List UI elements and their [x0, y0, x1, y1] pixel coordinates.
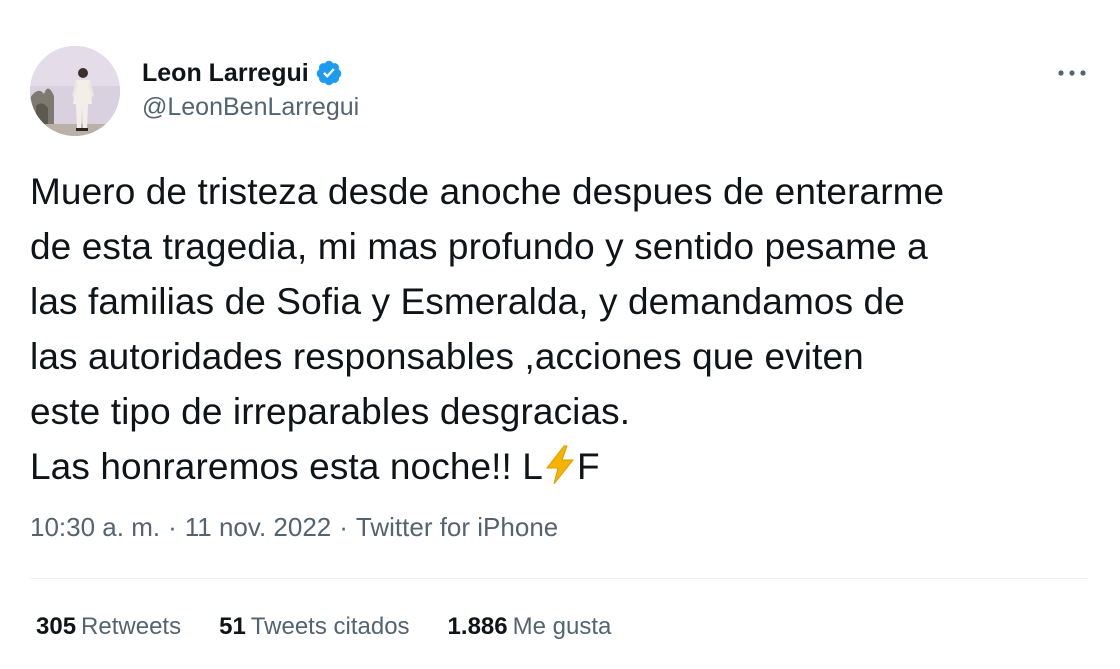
tweet-source-link[interactable]: Twitter for iPhone [356, 512, 558, 543]
quote-tweets-stat[interactable]: 51 Tweets citados [219, 613, 409, 641]
meta-separator: · [168, 512, 177, 542]
avatar-photo-icon [30, 46, 120, 136]
author-name-row: Leon Larregui [142, 57, 343, 89]
tweet-card: Leon Larregui @LeonBenLarregui Muero de … [0, 0, 1120, 669]
quote-tweets-label: Tweets citados [250, 613, 410, 640]
retweets-stat[interactable]: 305 Retweets [36, 613, 181, 641]
tweet-date-link[interactable]: 11 nov. 2022 [185, 512, 332, 543]
likes-label: Me gusta [512, 613, 612, 640]
tweet-stats: 305 Retweets 51 Tweets citados 1.886 Me gus… [36, 613, 649, 641]
retweets-label: Retweets [81, 613, 182, 640]
tweet-text-body: Muero de tristeza desde anoche despues d… [30, 171, 945, 487]
more-options-icon[interactable] [1052, 58, 1092, 88]
likes-count: 1.886 [447, 613, 508, 640]
author-handle[interactable]: @LeonBenLarregui [142, 93, 359, 122]
author-display-name[interactable]: Leon Larregui [142, 59, 309, 88]
likes-stat[interactable]: 1.886 Me gusta [448, 613, 612, 641]
meta-separator: · [339, 512, 348, 542]
stats-divider [30, 578, 1088, 579]
tweet-meta: 10:30 a. m. · 11 nov. 2022 · Twitter for… [30, 512, 558, 543]
verified-badge-icon [315, 59, 343, 87]
tweet-text-tail: F [577, 446, 600, 487]
tweet-text: Muero de tristeza desde anoche despues d… [30, 164, 1100, 494]
lightning-bolt-icon [543, 445, 577, 485]
tweet-time-link[interactable]: 10:30 a. m. [30, 512, 160, 543]
quote-tweets-count: 51 [219, 613, 246, 640]
retweets-count: 305 [36, 613, 77, 640]
avatar[interactable] [30, 46, 120, 136]
